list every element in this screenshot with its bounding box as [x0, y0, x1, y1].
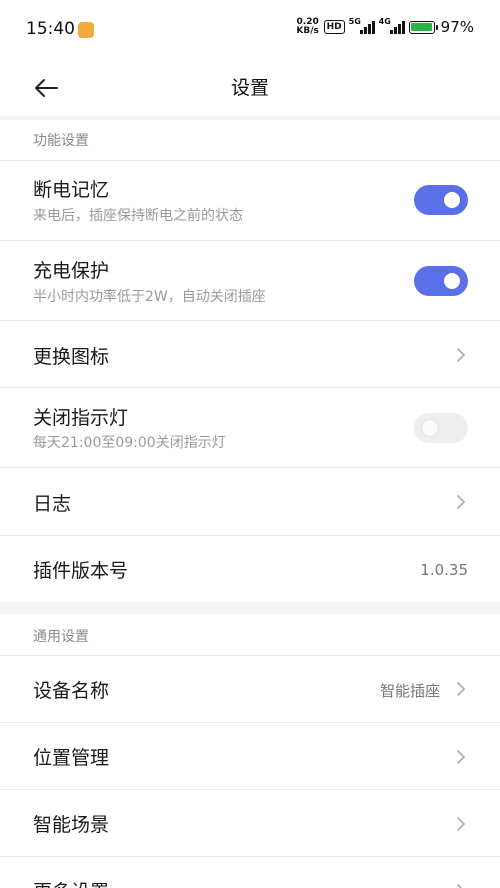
setting-row-plugin-version: 插件版本号 1.0.35	[0, 536, 500, 602]
setting-row-device-name[interactable]: 设备名称 智能插座	[0, 655, 500, 723]
chevron-right-icon	[457, 348, 465, 362]
row-title: 充电保护	[33, 260, 110, 282]
chevron-right-icon	[457, 817, 465, 831]
status-indicators: 0.20 KB/s HD 5G 4G 97%	[296, 17, 474, 36]
section-gap	[0, 116, 500, 120]
toggle-knob	[444, 273, 460, 289]
row-title: 关闭指示灯	[33, 407, 129, 429]
setting-row-location[interactable]: 位置管理	[0, 723, 500, 790]
row-title: 设备名称	[33, 680, 110, 702]
setting-row-power-memory: 断电记忆 来电后，插座保持断电之前的状态	[0, 160, 500, 241]
device-name-value: 智能插座	[379, 682, 440, 700]
setting-row-more-settings[interactable]: 更多设置	[0, 857, 500, 888]
charge-protect-toggle[interactable]	[414, 266, 468, 296]
toggle-knob	[444, 192, 460, 208]
setting-row-charge-protect: 充电保护 半小时内功率低于2W，自动关闭插座	[0, 241, 500, 321]
row-title: 更多设置	[33, 877, 109, 888]
row-subtitle: 半小时内功率低于2W，自动关闭插座	[33, 289, 266, 305]
section-gap	[0, 602, 500, 614]
row-title: 更换图标	[33, 346, 110, 368]
chevron-right-icon	[457, 750, 465, 764]
chevron-right-icon	[457, 884, 463, 888]
row-subtitle: 来电后，插座保持断电之前的状态	[33, 208, 243, 224]
setting-row-change-icon[interactable]: 更换图标	[0, 321, 500, 388]
setting-row-log[interactable]: 日志	[0, 468, 500, 536]
chevron-right-icon	[457, 682, 465, 696]
chevron-right-icon	[457, 495, 465, 509]
battery-icon	[408, 20, 438, 34]
app-notification-icon	[78, 22, 94, 38]
section-title-general: 通用设置	[33, 629, 89, 645]
setting-row-smart-scene[interactable]: 智能场景	[0, 790, 500, 857]
battery-percent: 97%	[440, 18, 474, 36]
signal-5g-icon: 5G	[349, 17, 375, 36]
status-bar: 15:40 0.20 KB/s HD 5G 4G 97%	[0, 0, 500, 60]
toggle-knob	[422, 420, 438, 436]
page-title: 设置	[230, 77, 269, 99]
network-speed: 0.20 KB/s	[296, 17, 319, 36]
hd-voice-icon: HD	[323, 20, 345, 34]
setting-row-indicator-light: 关闭指示灯 每天21:00至09:00关闭指示灯	[0, 388, 500, 468]
status-time: 15:40	[26, 19, 75, 39]
indicator-light-toggle[interactable]	[414, 413, 468, 443]
section-title-function: 功能设置	[33, 133, 89, 149]
plugin-version-value: 1.0.35	[420, 561, 468, 579]
power-memory-toggle[interactable]	[414, 185, 468, 215]
row-subtitle: 每天21:00至09:00关闭指示灯	[33, 435, 226, 451]
row-title: 位置管理	[33, 747, 110, 769]
row-title: 插件版本号	[33, 560, 129, 582]
row-title: 日志	[33, 493, 72, 515]
signal-4g-icon: 4G	[379, 17, 405, 36]
battery-fill	[411, 23, 432, 31]
row-title: 智能场景	[33, 814, 110, 836]
row-title: 断电记忆	[33, 179, 110, 201]
page-header: 设置	[0, 60, 500, 116]
